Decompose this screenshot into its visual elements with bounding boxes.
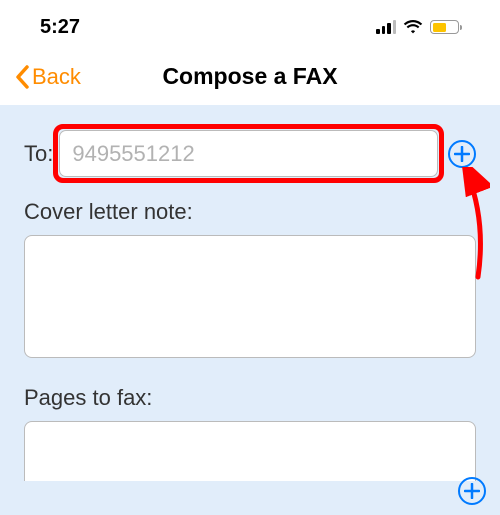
chevron-left-icon bbox=[14, 65, 30, 89]
plus-icon bbox=[454, 146, 470, 162]
status-bar: 5:27 bbox=[0, 0, 500, 48]
status-time: 5:27 bbox=[40, 16, 80, 39]
back-label: Back bbox=[32, 64, 81, 90]
cover-letter-input[interactable] bbox=[24, 235, 476, 358]
plus-icon bbox=[464, 483, 480, 499]
status-icons bbox=[376, 20, 462, 34]
battery-icon bbox=[430, 20, 462, 34]
back-button[interactable]: Back bbox=[14, 64, 81, 90]
content-area: To: Cover letter note: Pages to fax: bbox=[0, 105, 500, 515]
cellular-signal-icon bbox=[376, 20, 396, 34]
nav-bar: Back Compose a FAX bbox=[0, 48, 500, 105]
to-input[interactable] bbox=[59, 130, 438, 177]
wifi-icon bbox=[403, 20, 423, 34]
to-label: To: bbox=[24, 141, 53, 167]
add-recipient-button[interactable] bbox=[448, 140, 476, 168]
add-page-button[interactable] bbox=[458, 477, 486, 505]
pages-box[interactable] bbox=[24, 421, 476, 481]
page-title: Compose a FAX bbox=[162, 63, 337, 90]
pages-label: Pages to fax: bbox=[24, 385, 476, 411]
to-row: To: bbox=[24, 130, 476, 177]
cover-letter-label: Cover letter note: bbox=[24, 199, 476, 225]
